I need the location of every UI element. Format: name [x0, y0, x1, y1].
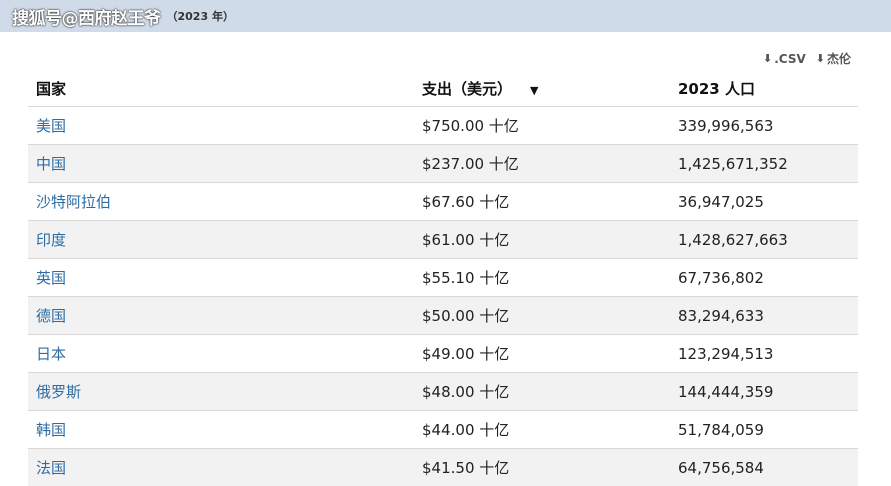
table-row: 韩国$44.00 十亿51,784,059	[28, 411, 858, 449]
table-row: 印度$61.00 十亿1,428,627,663	[28, 221, 858, 259]
download-icon: ⬇	[763, 52, 772, 65]
population-cell: 144,444,359	[670, 373, 858, 411]
table-row: 法国$41.50 十亿64,756,584	[28, 449, 858, 486]
country-link[interactable]: 美国	[28, 107, 414, 145]
population-cell: 51,784,059	[670, 411, 858, 449]
country-link[interactable]: 俄罗斯	[28, 373, 414, 411]
spending-cell: $67.60 十亿	[414, 183, 670, 221]
year-label: （2023 年）	[167, 8, 234, 24]
spending-cell: $50.00 十亿	[414, 297, 670, 335]
download-icon: ⬇	[816, 52, 825, 65]
table-row: 英国$55.10 十亿67,736,802	[28, 259, 858, 297]
spending-table: 国家 支出（美元）▼ 2023 人口 美国$750.00 十亿339,996,5…	[28, 70, 858, 486]
column-header-population[interactable]: 2023 人口	[670, 70, 858, 107]
country-link[interactable]: 德国	[28, 297, 414, 335]
population-cell: 67,736,802	[670, 259, 858, 297]
top-banner: 搜狐号@西府赵王爷 （2023 年）	[0, 0, 891, 32]
country-link[interactable]: 中国	[28, 145, 414, 183]
table-row: 俄罗斯$48.00 十亿144,444,359	[28, 373, 858, 411]
table-row: 美国$750.00 十亿339,996,563	[28, 107, 858, 145]
population-cell: 83,294,633	[670, 297, 858, 335]
country-link[interactable]: 韩国	[28, 411, 414, 449]
download-other-button[interactable]: ⬇ 杰伦	[816, 50, 851, 67]
population-cell: 64,756,584	[670, 449, 858, 486]
country-link[interactable]: 日本	[28, 335, 414, 373]
spending-cell: $41.50 十亿	[414, 449, 670, 486]
spending-cell: $44.00 十亿	[414, 411, 670, 449]
population-cell: 36,947,025	[670, 183, 858, 221]
table-row: 中国$237.00 十亿1,425,671,352	[28, 145, 858, 183]
column-header-country[interactable]: 国家	[28, 70, 414, 107]
spending-cell: $49.00 十亿	[414, 335, 670, 373]
country-link[interactable]: 法国	[28, 449, 414, 486]
spending-cell: $750.00 十亿	[414, 107, 670, 145]
country-link[interactable]: 沙特阿拉伯	[28, 183, 414, 221]
watermark-text: 搜狐号@西府赵王爷	[12, 4, 161, 29]
country-link[interactable]: 英国	[28, 259, 414, 297]
population-cell: 339,996,563	[670, 107, 858, 145]
spending-cell: $55.10 十亿	[414, 259, 670, 297]
table-row: 沙特阿拉伯$67.60 十亿36,947,025	[28, 183, 858, 221]
population-cell: 1,425,671,352	[670, 145, 858, 183]
spending-cell: $48.00 十亿	[414, 373, 670, 411]
download-links: ⬇ .CSV ⬇ 杰伦	[763, 50, 851, 67]
spending-cell: $61.00 十亿	[414, 221, 670, 259]
table-row: 德国$50.00 十亿83,294,633	[28, 297, 858, 335]
country-link[interactable]: 印度	[28, 221, 414, 259]
table-header-row: 国家 支出（美元）▼ 2023 人口	[28, 70, 858, 107]
column-header-spending[interactable]: 支出（美元）▼	[414, 70, 670, 107]
population-cell: 123,294,513	[670, 335, 858, 373]
download-other-label: 杰伦	[827, 50, 851, 67]
download-csv-button[interactable]: ⬇ .CSV	[763, 50, 806, 67]
table-row: 日本$49.00 十亿123,294,513	[28, 335, 858, 373]
population-cell: 1,428,627,663	[670, 221, 858, 259]
spending-cell: $237.00 十亿	[414, 145, 670, 183]
download-csv-label: .CSV	[774, 52, 806, 66]
sort-desc-icon[interactable]: ▼	[530, 84, 538, 97]
